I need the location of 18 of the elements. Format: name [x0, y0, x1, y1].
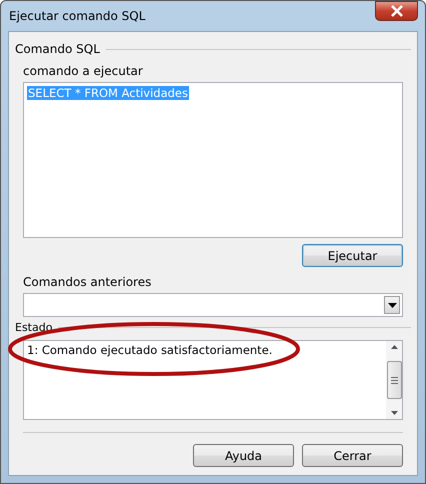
execute-button[interactable]: Ejecutar — [302, 244, 403, 267]
dialog-button[interactable]: Ayuda — [193, 444, 294, 467]
window-title: Ejecutar comando SQL — [8, 9, 146, 23]
caret-icon — [388, 302, 396, 308]
field-label: comando a ejecutar — [23, 64, 144, 78]
group-title: Comando SQL — [15, 42, 100, 56]
dialog-button[interactable]: Cerrar — [302, 444, 403, 467]
scroll-up-icon — [390, 345, 398, 349]
status-message: 1: Comando ejecutado satisfactoriamente. — [27, 343, 272, 359]
group-title: Estado — [15, 321, 52, 334]
scrollbar-thumb[interactable] — [386, 361, 402, 399]
close-icon — [390, 5, 404, 17]
scroll-down-icon — [390, 411, 398, 415]
field-label: Comandos anteriores — [23, 275, 152, 289]
sql-text: SELECT * FROM Actividades — [27, 86, 189, 100]
dropdown-button[interactable] — [384, 296, 400, 314]
close-button[interactable] — [375, 1, 418, 21]
scrollbar[interactable] — [386, 341, 402, 419]
